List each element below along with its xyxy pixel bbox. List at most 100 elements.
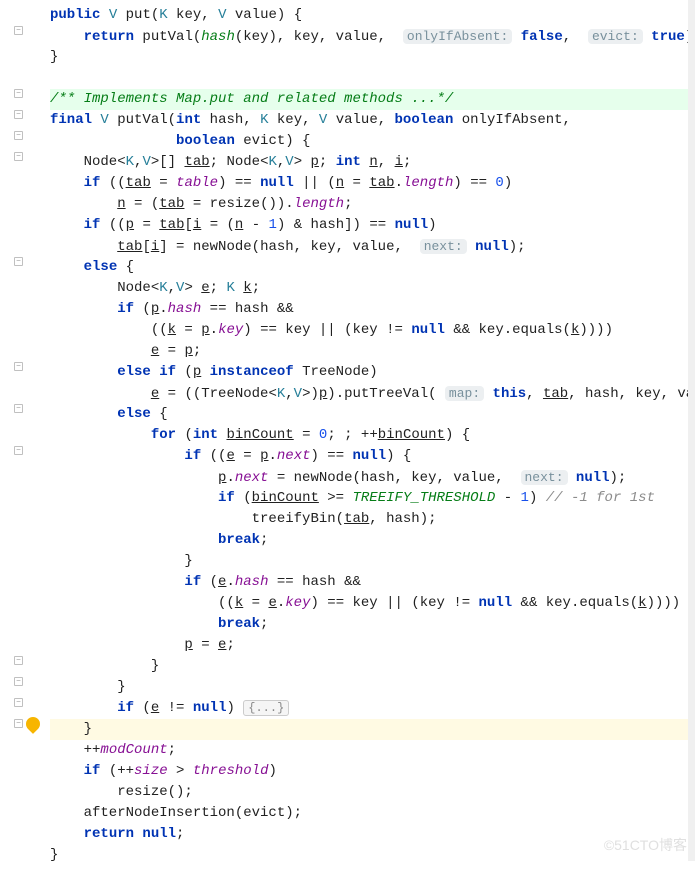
code-line[interactable]: final V putVal(int hash, K key, V value,… bbox=[50, 110, 695, 131]
code-line[interactable]: return null; bbox=[50, 824, 695, 845]
code-line[interactable]: e = ((TreeNode<K,V>)p).putTreeVal( map: … bbox=[50, 383, 695, 404]
gutter-line bbox=[0, 756, 42, 777]
code-line[interactable]: tab[i] = newNode(hash, key, value, next:… bbox=[50, 236, 695, 257]
gutter-line bbox=[0, 231, 42, 252]
gutter-line bbox=[0, 210, 42, 231]
code-line[interactable]: if (p.hash == hash && bbox=[50, 299, 695, 320]
gutter-line: − bbox=[0, 84, 42, 105]
code-area[interactable]: public V put(K key, V value) { return pu… bbox=[46, 0, 695, 871]
code-line[interactable]: public V put(K key, V value) { bbox=[50, 5, 695, 26]
code-editor: − − − − − − − − − − − − − public V put(K key, V valu… bbox=[0, 0, 695, 871]
fold-toggle-icon[interactable]: − bbox=[14, 677, 23, 686]
fold-toggle-icon[interactable]: − bbox=[14, 257, 23, 266]
fold-toggle-icon[interactable]: − bbox=[14, 110, 23, 119]
gutter-line: − bbox=[0, 441, 42, 462]
gutter-line bbox=[0, 378, 42, 399]
code-line[interactable]: treeifyBin(tab, hash); bbox=[50, 509, 695, 530]
gutter-line bbox=[0, 630, 42, 651]
code-line[interactable]: } bbox=[50, 719, 695, 740]
gutter-line bbox=[0, 798, 42, 819]
gutter-line bbox=[0, 168, 42, 189]
gutter-line bbox=[0, 294, 42, 315]
code-line[interactable]: break; bbox=[50, 614, 695, 635]
gutter-line: − bbox=[0, 651, 42, 672]
code-line[interactable]: if ((p = tab[i = (n - 1) & hash]) == nul… bbox=[50, 215, 695, 236]
code-line[interactable]: else { bbox=[50, 404, 695, 425]
fold-toggle-icon[interactable]: − bbox=[14, 656, 23, 665]
code-line[interactable]: if (e != null) {...} bbox=[50, 698, 695, 719]
fold-toggle-icon[interactable]: − bbox=[14, 26, 23, 35]
gutter-line: − bbox=[0, 714, 42, 735]
code-line[interactable]: ++modCount; bbox=[50, 740, 695, 761]
gutter-line bbox=[0, 483, 42, 504]
gutter-line bbox=[0, 420, 42, 441]
gutter-line bbox=[0, 273, 42, 294]
code-line[interactable]: else { bbox=[50, 257, 695, 278]
code-line[interactable]: p.next = newNode(hash, key, value, next:… bbox=[50, 467, 695, 488]
gutter-line bbox=[0, 735, 42, 756]
fold-toggle-icon[interactable]: − bbox=[14, 719, 23, 728]
gutter-line bbox=[0, 567, 42, 588]
fold-toggle-icon[interactable]: − bbox=[14, 362, 23, 371]
gutter-line bbox=[0, 336, 42, 357]
gutter-line: − bbox=[0, 399, 42, 420]
code-line[interactable]: Node<K,V>[] tab; Node<K,V> p; int n, i; bbox=[50, 152, 695, 173]
code-line[interactable]: if (e.hash == hash && bbox=[50, 572, 695, 593]
gutter-line bbox=[0, 315, 42, 336]
gutter-line bbox=[0, 840, 42, 861]
gutter-line bbox=[0, 588, 42, 609]
code-line[interactable]: } bbox=[50, 656, 695, 677]
code-line[interactable]: ((k = p.key) == key || (key != null && k… bbox=[50, 320, 695, 341]
gutter-line: − bbox=[0, 252, 42, 273]
code-line[interactable]: for (int binCount = 0; ; ++binCount) { bbox=[50, 425, 695, 446]
gutter-line: − bbox=[0, 672, 42, 693]
fold-toggle-icon[interactable]: − bbox=[14, 446, 23, 455]
gutter-line bbox=[0, 0, 42, 21]
gutter-line bbox=[0, 777, 42, 798]
code-line[interactable]: } bbox=[50, 845, 695, 866]
code-line[interactable]: if ((e = p.next) == null) { bbox=[50, 446, 695, 467]
code-line[interactable]: afterNodeInsertion(evict); bbox=[50, 803, 695, 824]
intention-bulb-icon[interactable] bbox=[23, 714, 43, 734]
gutter-line bbox=[0, 546, 42, 567]
gutter-line: − bbox=[0, 21, 42, 42]
gutter-line bbox=[0, 42, 42, 63]
gutter-line bbox=[0, 819, 42, 840]
code-line[interactable]: /** Implements Map.put and related metho… bbox=[50, 89, 695, 110]
code-line[interactable]: p = e; bbox=[50, 635, 695, 656]
code-line[interactable]: ((k = e.key) == key || (key != null && k… bbox=[50, 593, 695, 614]
fold-toggle-icon[interactable]: − bbox=[14, 89, 23, 98]
gutter-line: − bbox=[0, 105, 42, 126]
gutter-line bbox=[0, 63, 42, 84]
code-line[interactable]: } bbox=[50, 47, 695, 68]
code-line[interactable]: } bbox=[50, 677, 695, 698]
code-line[interactable]: if ((tab = table) == null || (n = tab.le… bbox=[50, 173, 695, 194]
code-line[interactable]: boolean evict) { bbox=[50, 131, 695, 152]
gutter-line bbox=[0, 462, 42, 483]
gutter-line bbox=[0, 525, 42, 546]
gutter-line bbox=[0, 189, 42, 210]
code-line[interactable]: if (binCount >= TREEIFY_THRESHOLD - 1) /… bbox=[50, 488, 695, 509]
code-line[interactable]: e = p; bbox=[50, 341, 695, 362]
fold-toggle-icon[interactable]: − bbox=[14, 698, 23, 707]
gutter-line bbox=[0, 504, 42, 525]
code-line[interactable]: break; bbox=[50, 530, 695, 551]
code-line[interactable]: else if (p instanceof TreeNode) bbox=[50, 362, 695, 383]
fold-toggle-icon[interactable]: − bbox=[14, 131, 23, 140]
code-line[interactable]: n = (tab = resize()).length; bbox=[50, 194, 695, 215]
gutter-line: − bbox=[0, 693, 42, 714]
code-line[interactable]: return putVal(hash(key), key, value, onl… bbox=[50, 26, 695, 47]
gutter-line: − bbox=[0, 357, 42, 378]
fold-toggle-icon[interactable]: − bbox=[14, 404, 23, 413]
scrollbar-vertical[interactable] bbox=[688, 0, 695, 861]
code-line[interactable]: Node<K,V> e; K k; bbox=[50, 278, 695, 299]
fold-toggle-icon[interactable]: − bbox=[14, 152, 23, 161]
gutter-line: − bbox=[0, 147, 42, 168]
code-line[interactable] bbox=[50, 68, 695, 89]
gutter: − − − − − − − − − − − − − bbox=[0, 0, 46, 871]
code-line[interactable]: } bbox=[50, 551, 695, 572]
code-line[interactable]: resize(); bbox=[50, 782, 695, 803]
gutter-line bbox=[0, 609, 42, 630]
code-line[interactable]: if (++size > threshold) bbox=[50, 761, 695, 782]
watermark: ©51CTO博客 bbox=[604, 835, 687, 855]
